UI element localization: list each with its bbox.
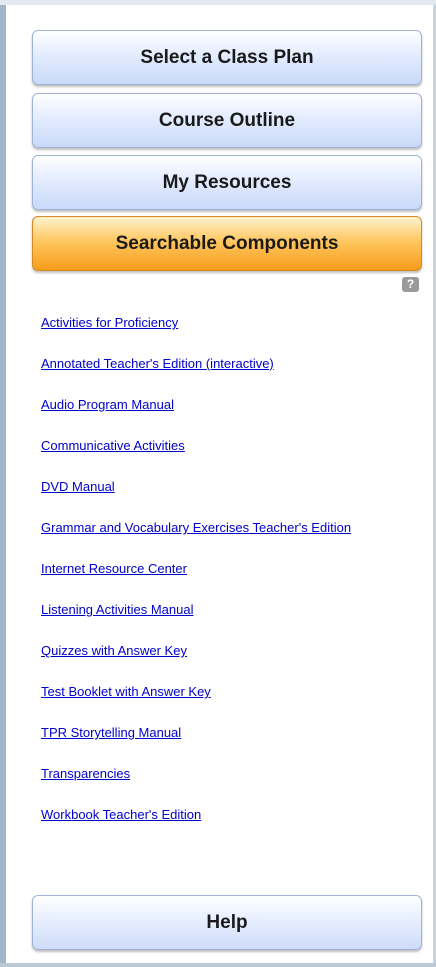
component-link[interactable]: TPR Storytelling Manual — [41, 723, 426, 764]
components-list: Activities for Proficiency Annotated Tea… — [41, 313, 426, 846]
component-link[interactable]: Internet Resource Center — [41, 559, 426, 600]
component-link[interactable]: Workbook Teacher's Edition — [41, 805, 426, 846]
component-link[interactable]: Annotated Teacher's Edition (interactive… — [41, 354, 426, 395]
panel-bottom-edge — [0, 963, 436, 967]
component-link[interactable]: Listening Activities Manual — [41, 600, 426, 641]
component-link[interactable]: Audio Program Manual — [41, 395, 426, 436]
component-link[interactable]: Grammar and Vocabulary Exercises Teacher… — [41, 518, 426, 559]
component-link[interactable]: Activities for Proficiency — [41, 313, 426, 354]
select-class-plan-button[interactable]: Select a Class Plan — [32, 30, 422, 85]
component-link[interactable]: DVD Manual — [41, 477, 426, 518]
panel-top-edge — [0, 0, 436, 5]
component-link[interactable]: Transparencies — [41, 764, 426, 805]
component-link[interactable]: Test Booklet with Answer Key — [41, 682, 426, 723]
question-icon[interactable]: ? — [402, 277, 419, 292]
component-link[interactable]: Quizzes with Answer Key — [41, 641, 426, 682]
course-outline-button[interactable]: Course Outline — [32, 93, 422, 148]
searchable-components-button[interactable]: Searchable Components — [32, 216, 422, 271]
my-resources-button[interactable]: My Resources — [32, 155, 422, 210]
help-button[interactable]: Help — [32, 895, 422, 950]
component-link[interactable]: Communicative Activities — [41, 436, 426, 477]
